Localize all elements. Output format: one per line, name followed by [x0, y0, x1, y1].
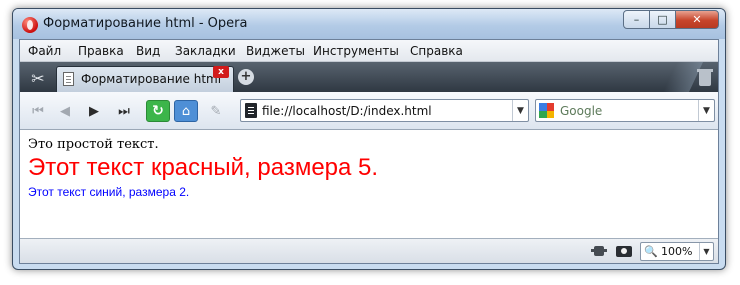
trash-icon[interactable] [697, 68, 713, 86]
fast-forward-icon[interactable]: ⏭ [112, 100, 136, 122]
back-icon[interactable]: ◀ [53, 100, 77, 122]
url-text[interactable]: file://localhost/D:/index.html [262, 104, 432, 118]
window-title: Форматирование html - Opera [43, 16, 248, 31]
page-info-icon[interactable] [245, 103, 257, 118]
tools-icon[interactable]: ✂ [24, 66, 52, 90]
tab-close-icon[interactable]: x [213, 66, 229, 78]
window-controls: – □ ✕ [623, 10, 719, 29]
panel-toggle-icon[interactable] [591, 244, 607, 258]
minimize-button[interactable]: – [623, 10, 650, 29]
page-content: Это простой текст. Этот текст красный, р… [20, 130, 718, 238]
opera-logo-icon [22, 17, 38, 33]
document-icon [63, 72, 74, 86]
menu-edit[interactable]: Правка [78, 44, 124, 58]
zoom-control[interactable]: 🔍 100% ▼ [640, 242, 714, 261]
tab-label: Форматирование html [81, 72, 222, 86]
browser-window: Форматирование html - Opera – □ ✕ Файл П… [12, 8, 726, 270]
zoom-icon: 🔍 [644, 245, 658, 258]
maximize-button[interactable]: □ [649, 10, 676, 29]
search-field[interactable]: Google ▼ [535, 99, 715, 122]
blue-text: Этот текст синий, размера 2. [28, 185, 190, 199]
red-text: Этот текст красный, размера 5. [28, 154, 379, 181]
search-placeholder[interactable]: Google [560, 104, 602, 118]
menu-bar: Файл Правка Вид Закладки Виджеты Инструм… [20, 40, 718, 62]
menu-tools[interactable]: Инструменты [313, 44, 399, 58]
zoom-dropdown-icon[interactable]: ▼ [699, 243, 713, 260]
menu-widgets[interactable]: Виджеты [246, 44, 305, 58]
menu-file[interactable]: Файл [28, 44, 61, 58]
status-bar: 🔍 100% ▼ [20, 238, 718, 263]
title-bar[interactable]: Форматирование html - Opera – □ ✕ [13, 9, 725, 39]
reload-icon[interactable]: ↻ [146, 100, 170, 122]
plain-text: Это простой текст. [28, 137, 159, 152]
search-dropdown-icon[interactable]: ▼ [698, 100, 714, 121]
address-dropdown-icon[interactable]: ▼ [512, 100, 528, 121]
zoom-level: 100% [661, 245, 693, 258]
menu-bookmarks[interactable]: Закладки [175, 44, 236, 58]
address-field[interactable]: file://localhost/D:/index.html ▼ [240, 99, 529, 122]
tab-active[interactable]: Форматирование html x [56, 66, 234, 92]
google-icon[interactable] [539, 103, 554, 118]
close-button[interactable]: ✕ [675, 10, 719, 29]
home-icon[interactable]: ⌂ [174, 100, 198, 122]
tab-bar-decoration [663, 62, 703, 92]
browser-frame: Файл Правка Вид Закладки Виджеты Инструм… [19, 39, 719, 264]
forward-icon[interactable]: ▶ [82, 100, 106, 122]
rewind-icon[interactable]: ⏮ [26, 100, 50, 122]
menu-view[interactable]: Вид [136, 44, 160, 58]
tab-bar: ✂ Форматирование html x + [20, 62, 718, 92]
edit-icon[interactable]: ✎ [204, 100, 228, 122]
menu-help[interactable]: Справка [410, 44, 463, 58]
camera-icon[interactable] [616, 244, 632, 258]
navigation-toolbar: ⏮ ◀ ▶ ⏭ ↻ ⌂ ✎ file://localhost/D:/index.… [20, 92, 718, 130]
new-tab-icon[interactable]: + [238, 69, 254, 85]
